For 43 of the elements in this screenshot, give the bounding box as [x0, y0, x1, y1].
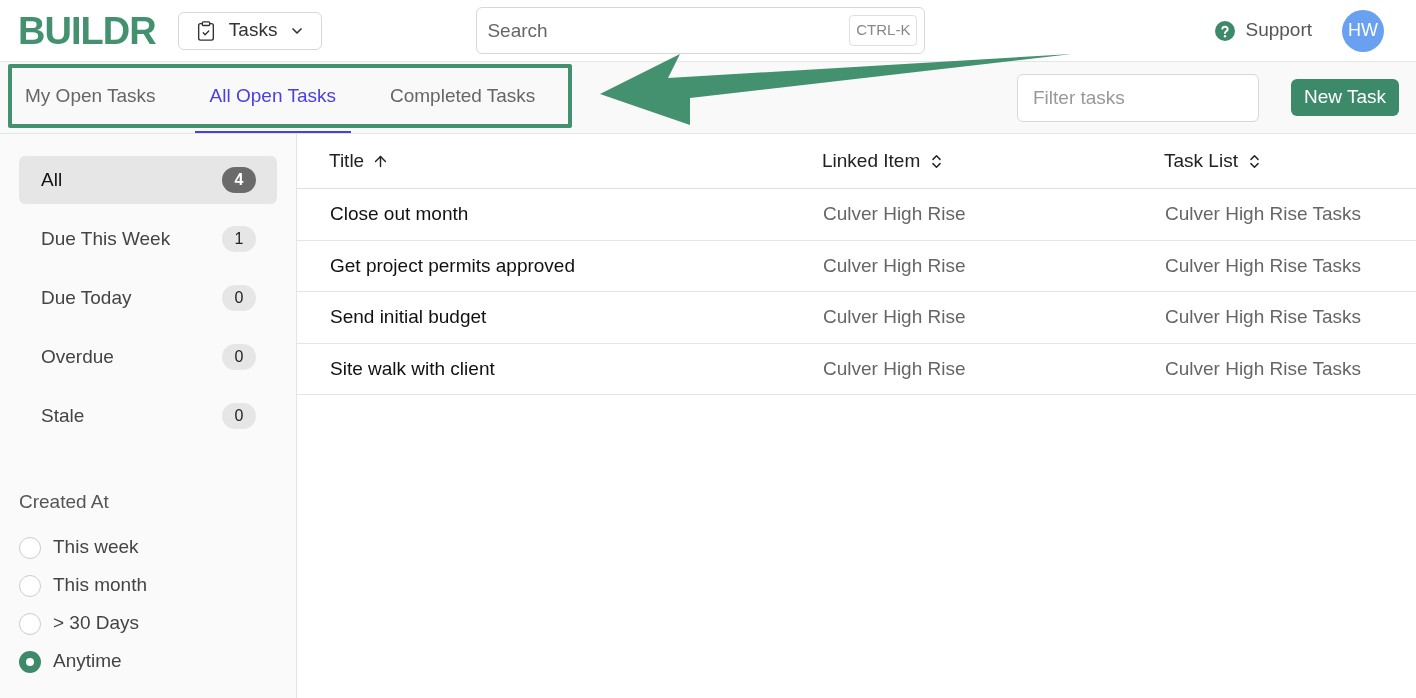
- column-header[interactable]: Task List: [1164, 146, 1263, 176]
- table-cell: Close out month: [330, 203, 469, 224]
- table-cell: Culver High Rise: [823, 357, 966, 379]
- count-badge: 0: [222, 403, 256, 429]
- filter-field[interactable]: Filter tasks: [1017, 73, 1259, 122]
- table-cell: Culver High Rise Tasks: [1165, 306, 1362, 327]
- filter-item[interactable]: Overdue 0: [19, 333, 277, 381]
- table-cell: Culver High Rise: [823, 306, 966, 327]
- count-badge: 0: [222, 344, 256, 370]
- logo: BUILDR: [18, 11, 156, 50]
- filter-item[interactable]: Due This Week 1: [19, 215, 277, 263]
- count-badge: 4: [222, 167, 256, 193]
- tab[interactable]: Completed Tasks: [375, 62, 551, 133]
- table-cell: Culver High Rise Tasks: [1165, 254, 1362, 276]
- radio-option[interactable]: > 30 Days: [19, 610, 277, 637]
- radio-option[interactable]: This week: [19, 534, 277, 561]
- count-badge: 1: [222, 226, 256, 252]
- shortcut-hint: CTRL-K: [849, 15, 918, 46]
- column-header[interactable]: Title: [329, 146, 390, 176]
- radio-option[interactable]: This month: [19, 572, 277, 599]
- radio-button[interactable]: [19, 612, 41, 635]
- table-cell: Culver High Rise: [823, 203, 966, 224]
- section-heading: Created At: [19, 490, 110, 514]
- new-task-button[interactable]: New Task: [1291, 79, 1399, 116]
- column-header[interactable]: Linked Item: [822, 146, 946, 176]
- table-cell: Culver High Rise Tasks: [1165, 357, 1362, 379]
- radio-button[interactable]: [19, 574, 41, 597]
- table-cell: Culver High Rise Tasks: [1165, 203, 1362, 224]
- radio-button[interactable]: [19, 650, 41, 673]
- help-icon: [1215, 20, 1236, 41]
- tab[interactable]: My Open Tasks: [10, 62, 171, 133]
- filter-item[interactable]: Due Today 0: [19, 274, 277, 322]
- module-selector[interactable]: Tasks: [177, 11, 323, 50]
- table-cell: Culver High Rise: [823, 254, 966, 276]
- radio-button[interactable]: [19, 536, 41, 559]
- radio-option[interactable]: Anytime: [19, 648, 277, 675]
- support-link[interactable]: Support: [1215, 16, 1312, 45]
- filter-item[interactable]: All 4: [19, 156, 277, 204]
- table-cell: Get project permits approved: [330, 254, 575, 276]
- filter-item[interactable]: Stale 0: [19, 392, 277, 440]
- table-cell: Send initial budget: [330, 306, 487, 327]
- count-badge: 0: [222, 285, 256, 311]
- table-cell: Site walk with client: [330, 357, 495, 379]
